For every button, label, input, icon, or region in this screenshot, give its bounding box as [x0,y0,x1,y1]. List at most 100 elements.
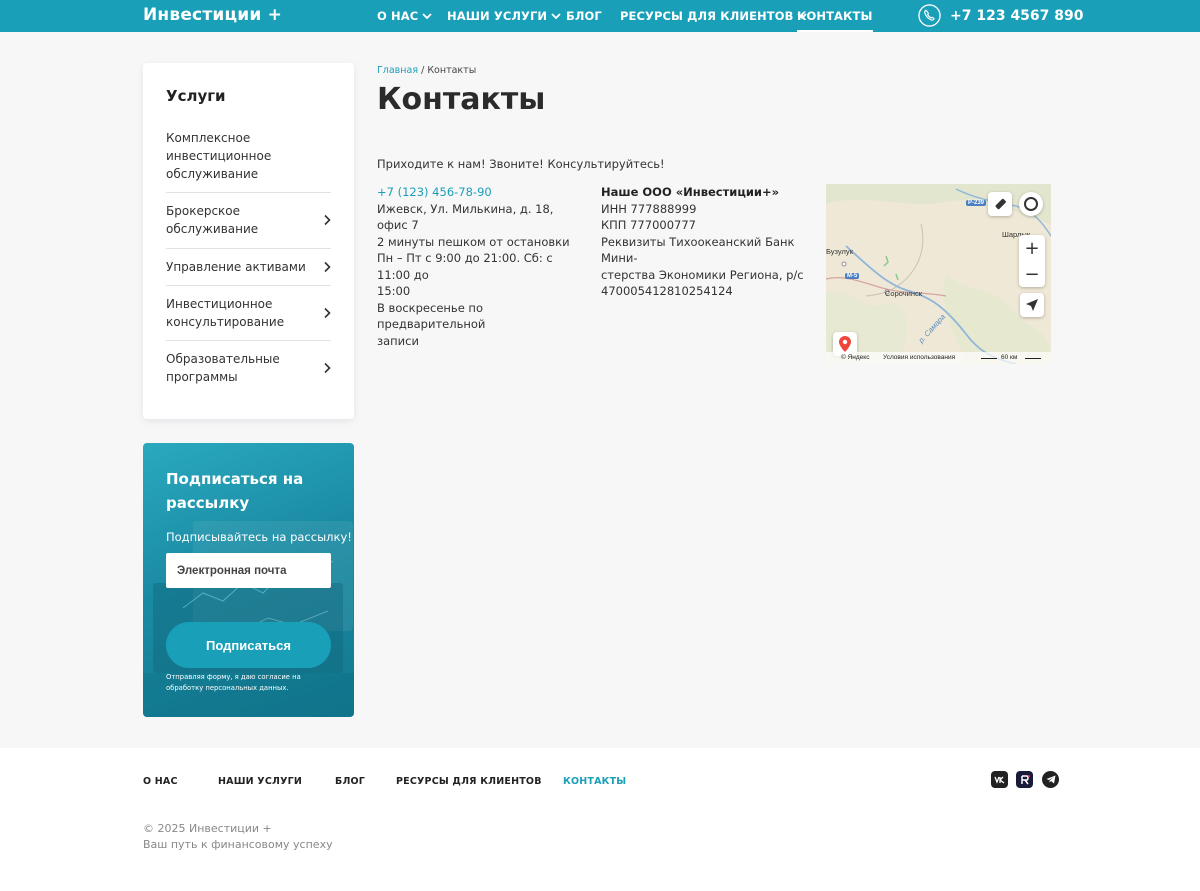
service-item-label: консультирование [166,315,285,329]
site-logo[interactable]: Инвестиции + [143,5,282,25]
nav-about[interactable]: О НАС [377,9,432,23]
map-terms-link[interactable]: Условия использования [883,354,955,361]
service-item-label: программы [166,370,238,384]
service-item-label: Управление активами [166,260,306,274]
telegram-icon[interactable] [1042,771,1059,788]
nav-contacts-label: КОНТАКТЫ [797,9,873,23]
services-card: Услуги Комплексное инвестиционное обслуж… [143,63,354,419]
map-road-badge: Р-239 [966,200,987,206]
zoom-out-button[interactable]: − [1019,261,1045,287]
service-item-label: обслуживание [166,222,259,236]
zoom-in-button[interactable]: + [1019,235,1045,261]
vk-icon[interactable] [991,771,1008,788]
footer-copyright-block: © 2025 Инвестиции + Ваш путь к финансово… [143,821,333,853]
phone-icon [918,4,941,27]
subscribe-button[interactable]: Подписаться [166,622,331,668]
header-phone[interactable]: +7 123 4567 890 [918,4,1084,27]
map-road-badge: М-5 [845,273,860,279]
company-requisites: 470005412810254124 [601,284,733,298]
top-navbar: Инвестиции + О НАС НАШИ УСЛУГИ БЛОГ РЕСУ… [0,0,1200,32]
consent-note-line: Отправляя форму, я даю согласие на [166,673,301,681]
company-requisites: стерства Экономики Региона, р/с [601,267,804,282]
service-item-education[interactable]: Образовательные программы [166,350,331,386]
service-item-assets[interactable]: Управление активами [166,258,331,276]
page-title: Контакты [377,82,546,117]
map-scale: 60 км [1001,354,1018,361]
service-item-brokerage[interactable]: Брокерское обслуживание [166,202,331,238]
map-footer: © Яндекс Условия использования 60 км [826,352,1051,364]
footer-nav-services[interactable]: НАШИ УСЛУГИ [218,776,302,787]
service-item-complex[interactable]: Комплексное инвестиционное обслуживание [166,129,331,183]
map-scale-bar [1025,358,1041,359]
chevron-down-icon [422,13,432,20]
breadcrumb-home[interactable]: Главная [377,65,418,76]
services-title: Услуги [166,87,226,105]
nav-about-label: О НАС [377,9,419,23]
nav-contacts[interactable]: КОНТАКТЫ [797,9,873,32]
nav-blog[interactable]: БЛОГ [566,9,602,23]
contact-hours: 15:00 [377,284,411,298]
rutube-icon[interactable] [1016,771,1033,788]
nav-services[interactable]: НАШИ УСЛУГИ [447,9,561,23]
service-item-label: Инвестиционное [166,297,273,311]
divider [166,340,331,341]
map-scale-bar [981,358,997,359]
nav-resources-label: РЕСУРСЫ ДЛЯ КЛИЕНТОВ [620,9,794,23]
footer-nav-contacts[interactable]: КОНТАКТЫ [563,776,626,787]
contact-sunday: В воскресенье по предварительной [377,300,486,332]
copyright-text: © 2025 Инвестиции + [143,822,272,835]
chevron-right-icon [324,261,331,273]
map-city-label: Бузулук [826,247,853,256]
footer-nav-resources[interactable]: РЕСУРСЫ ДЛЯ КЛИЕНТОВ [396,776,542,787]
divider [166,248,331,249]
subscribe-title-line: Подписаться на [166,470,304,488]
service-item-label: Образовательные [166,352,280,366]
map-zoom-control: + − [1019,235,1045,287]
service-item-label: обслуживание [166,167,259,181]
consent-note: Отправляя форму, я даю согласие на обраб… [166,672,316,694]
divider [166,192,331,193]
geolocation-icon[interactable] [1020,293,1044,317]
map-city-label: Сорочинск [885,289,923,298]
consent-note-line: обработку персональных данных. [166,684,289,692]
ruler-icon[interactable] [988,192,1012,216]
contact-sunday: записи [377,333,419,348]
service-item-label: Брокерское [166,204,241,218]
subscribe-title: Подписаться на рассылку [166,467,336,515]
nav-services-label: НАШИ УСЛУГИ [447,9,548,23]
tagline-text: Ваш путь к финансовому успеху [143,838,333,851]
nav-resources[interactable]: РЕСУРСЫ ДЛЯ КЛИЕНТОВ [620,9,808,23]
chevron-right-icon [324,214,331,226]
company-requisites: Реквизиты Тихоокеанский Банк Мини- [601,234,795,266]
footer-nav-about[interactable]: О НАС [143,776,178,787]
contact-phone-link[interactable]: +7 (123) 456-78-90 [377,184,587,201]
subscribe-card: Подписаться на рассылку Подписывайтесь н… [143,443,354,717]
breadcrumb-current: Контакты [427,65,477,76]
yandex-map[interactable]: Бузулук Сорочинск Шарлык Р-239 М-5 р. Са… [826,184,1051,364]
contact-walk: 2 минуты пешком от остановки [377,234,570,249]
nav-blog-label: БЛОГ [566,9,602,23]
contact-info: +7 (123) 456-78-90 Ижевск, Ул. Милькина,… [377,184,587,349]
map-terrain [826,184,1051,364]
company-name: Наше ООО «Инвестиции+» [601,185,780,199]
company-kpp: КПП 777000777 [601,218,696,232]
email-field[interactable] [166,553,331,588]
header-phone-number: +7 123 4567 890 [950,7,1084,24]
traffic-layer-icon[interactable] [1019,192,1043,216]
company-info: Наше ООО «Инвестиции+» ИНН 777888999 КПП… [601,184,811,300]
service-item-consulting[interactable]: Инвестиционное консультирование [166,295,331,331]
map-provider[interactable]: © Яндекс [841,354,869,361]
breadcrumb: Главная / Контакты [377,65,476,76]
service-item-label: Комплексное [166,131,251,145]
breadcrumb-separator: / [421,65,425,76]
subscribe-title-line: рассылку [166,494,250,512]
chevron-down-icon [551,13,561,20]
footer: О НАС НАШИ УСЛУГИ БЛОГ РЕСУРСЫ ДЛЯ КЛИЕН… [0,748,1200,891]
chevron-right-icon [324,307,331,319]
footer-nav-blog[interactable]: БЛОГ [335,776,365,787]
service-item-label: инвестиционное [166,149,272,163]
company-inn: ИНН 777888999 [601,201,697,216]
lead-text: Приходите к нам! Звоните! Консультируйте… [377,157,665,171]
divider [166,285,331,286]
contact-hours: Пн – Пт с 9:00 до 21:00. Сб: с 11:00 до [377,251,553,282]
